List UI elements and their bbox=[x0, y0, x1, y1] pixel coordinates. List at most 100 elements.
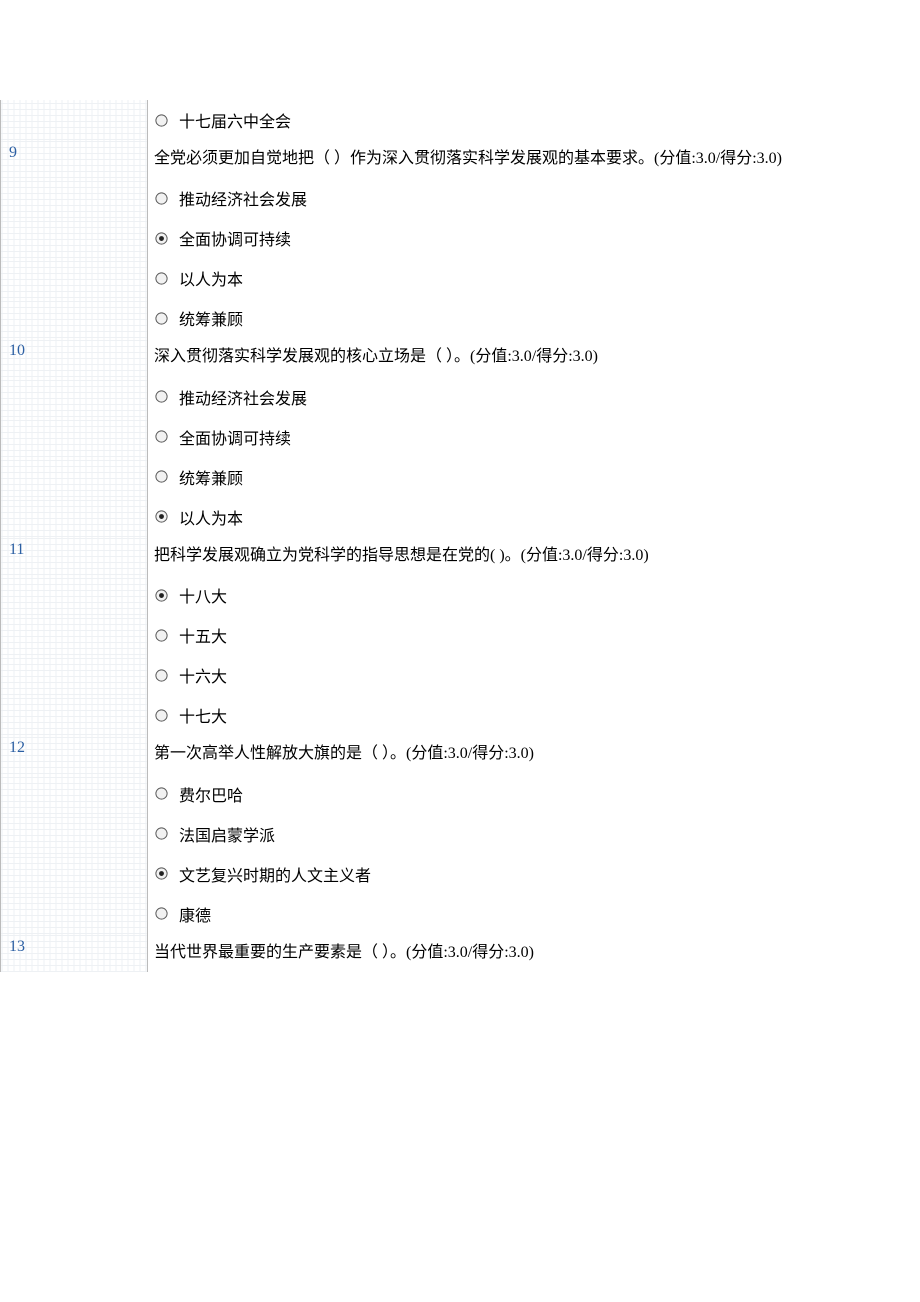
question-stem: 全党必须更加自觉地把（ ）作为深入贯彻落实科学发展观的基本要求。(分值:3.0/… bbox=[148, 140, 920, 178]
option-row: 全面协调可持续 bbox=[1, 417, 920, 457]
question-number: 12 bbox=[1, 735, 148, 773]
radio-selected-icon[interactable] bbox=[154, 509, 169, 524]
option-row: 推动经济社会发展 bbox=[1, 377, 920, 417]
radio-unselected-icon[interactable] bbox=[154, 311, 169, 326]
option-cell[interactable]: 十八大 bbox=[148, 575, 920, 615]
option-number-spacer bbox=[1, 814, 148, 854]
option-cell[interactable]: 以人为本 bbox=[148, 497, 920, 537]
option-row: 以人为本 bbox=[1, 497, 920, 537]
radio-unselected-icon[interactable] bbox=[154, 389, 169, 404]
radio-unselected-icon[interactable] bbox=[154, 628, 169, 643]
quiz-page: 十七届六中全会 9全党必须更加自觉地把（ ）作为深入贯彻落实科学发展观的基本要求。… bbox=[0, 0, 920, 1072]
question-row: 11把科学发展观确立为党科学的指导思想是在党的( )。(分值:3.0/得分:3.… bbox=[1, 537, 920, 575]
question-number: 13 bbox=[1, 934, 148, 972]
option-cell[interactable]: 统筹兼顾 bbox=[148, 457, 920, 497]
question-row: 13当代世界最重要的生产要素是（ ）。(分值:3.0/得分:3.0) bbox=[1, 934, 920, 972]
question-stem: 当代世界最重要的生产要素是（ ）。(分值:3.0/得分:3.0) bbox=[148, 934, 920, 972]
option-label: 十五大 bbox=[179, 629, 227, 646]
radio-unselected-icon[interactable] bbox=[154, 191, 169, 206]
option-cell[interactable]: 十五大 bbox=[148, 615, 920, 655]
option-number-spacer bbox=[1, 854, 148, 894]
radio-unselected-icon[interactable] bbox=[154, 668, 169, 683]
radio-unselected-icon[interactable] bbox=[154, 469, 169, 484]
radio-selected-icon[interactable] bbox=[154, 231, 169, 246]
option-number-spacer bbox=[1, 417, 148, 457]
option-cell[interactable]: 十七大 bbox=[148, 695, 920, 735]
option-cell[interactable]: 推动经济社会发展 bbox=[148, 178, 920, 218]
option-number-spacer bbox=[1, 575, 148, 615]
option-cell[interactable]: 推动经济社会发展 bbox=[148, 377, 920, 417]
option-label: 全面协调可持续 bbox=[179, 232, 291, 249]
option-row: 十七大 bbox=[1, 695, 920, 735]
option-cell[interactable]: 文艺复兴时期的人文主义者 bbox=[148, 854, 920, 894]
option-number-spacer bbox=[1, 497, 148, 537]
option-cell[interactable]: 全面协调可持续 bbox=[148, 417, 920, 457]
option-number-spacer bbox=[1, 655, 148, 695]
option-label: 统筹兼顾 bbox=[179, 312, 243, 329]
option-number-spacer bbox=[1, 100, 148, 140]
option-number-spacer bbox=[1, 178, 148, 218]
option-number-spacer bbox=[1, 377, 148, 417]
radio-unselected-icon[interactable] bbox=[154, 786, 169, 801]
question-row: 9全党必须更加自觉地把（ ）作为深入贯彻落实科学发展观的基本要求。(分值:3.0… bbox=[1, 140, 920, 178]
option-label: 费尔巴哈 bbox=[179, 788, 243, 805]
option-label: 推动经济社会发展 bbox=[179, 391, 307, 408]
question-row: 12第一次高举人性解放大旗的是（ ）。(分值:3.0/得分:3.0) bbox=[1, 735, 920, 773]
radio-selected-icon[interactable] bbox=[154, 866, 169, 881]
option-cell[interactable]: 全面协调可持续 bbox=[148, 218, 920, 258]
question-row: 10深入贯彻落实科学发展观的核心立场是（ ）。(分值:3.0/得分:3.0) bbox=[1, 338, 920, 376]
option-row: 十五大 bbox=[1, 615, 920, 655]
option-cell[interactable]: 统筹兼顾 bbox=[148, 298, 920, 338]
option-row: 十八大 bbox=[1, 575, 920, 615]
radio-selected-icon[interactable] bbox=[154, 588, 169, 603]
radio-unselected-icon[interactable] bbox=[154, 271, 169, 286]
option-cell[interactable]: 十七届六中全会 bbox=[148, 100, 920, 140]
option-row: 统筹兼顾 bbox=[1, 457, 920, 497]
radio-unselected-icon[interactable] bbox=[154, 708, 169, 723]
option-label: 康德 bbox=[179, 908, 211, 925]
option-number-spacer bbox=[1, 695, 148, 735]
option-cell[interactable]: 法国启蒙学派 bbox=[148, 814, 920, 854]
option-number-spacer bbox=[1, 457, 148, 497]
option-label: 以人为本 bbox=[179, 272, 243, 289]
option-cell[interactable]: 康德 bbox=[148, 894, 920, 934]
option-row: 统筹兼顾 bbox=[1, 298, 920, 338]
radio-unselected-icon[interactable] bbox=[154, 113, 169, 128]
option-number-spacer bbox=[1, 218, 148, 258]
quiz-table: 十七届六中全会 9全党必须更加自觉地把（ ）作为深入贯彻落实科学发展观的基本要求。… bbox=[0, 100, 920, 972]
option-row: 推动经济社会发展 bbox=[1, 178, 920, 218]
question-number: 11 bbox=[1, 537, 148, 575]
option-row: 费尔巴哈 bbox=[1, 774, 920, 814]
option-label: 十七大 bbox=[179, 709, 227, 726]
option-label: 十八大 bbox=[179, 589, 227, 606]
question-stem: 深入贯彻落实科学发展观的核心立场是（ ）。(分值:3.0/得分:3.0) bbox=[148, 338, 920, 376]
radio-unselected-icon[interactable] bbox=[154, 826, 169, 841]
option-cell[interactable]: 费尔巴哈 bbox=[148, 774, 920, 814]
option-number-spacer bbox=[1, 894, 148, 934]
radio-unselected-icon[interactable] bbox=[154, 906, 169, 921]
option-label: 全面协调可持续 bbox=[179, 431, 291, 448]
option-label: 法国启蒙学派 bbox=[179, 828, 275, 845]
option-number-spacer bbox=[1, 774, 148, 814]
option-label: 以人为本 bbox=[179, 511, 243, 528]
option-row: 以人为本 bbox=[1, 258, 920, 298]
option-row: 全面协调可持续 bbox=[1, 218, 920, 258]
question-number: 10 bbox=[1, 338, 148, 376]
option-label: 十七届六中全会 bbox=[179, 114, 291, 131]
question-number: 9 bbox=[1, 140, 148, 178]
option-label: 文艺复兴时期的人文主义者 bbox=[179, 868, 371, 885]
radio-unselected-icon[interactable] bbox=[154, 429, 169, 444]
option-row: 十七届六中全会 bbox=[1, 100, 920, 140]
option-row: 康德 bbox=[1, 894, 920, 934]
option-row: 十六大 bbox=[1, 655, 920, 695]
option-label: 十六大 bbox=[179, 669, 227, 686]
option-row: 法国启蒙学派 bbox=[1, 814, 920, 854]
question-stem: 把科学发展观确立为党科学的指导思想是在党的( )。(分值:3.0/得分:3.0) bbox=[148, 537, 920, 575]
option-label: 推动经济社会发展 bbox=[179, 192, 307, 209]
option-cell[interactable]: 以人为本 bbox=[148, 258, 920, 298]
question-stem: 第一次高举人性解放大旗的是（ ）。(分值:3.0/得分:3.0) bbox=[148, 735, 920, 773]
option-cell[interactable]: 十六大 bbox=[148, 655, 920, 695]
option-number-spacer bbox=[1, 615, 148, 655]
option-number-spacer bbox=[1, 298, 148, 338]
option-number-spacer bbox=[1, 258, 148, 298]
